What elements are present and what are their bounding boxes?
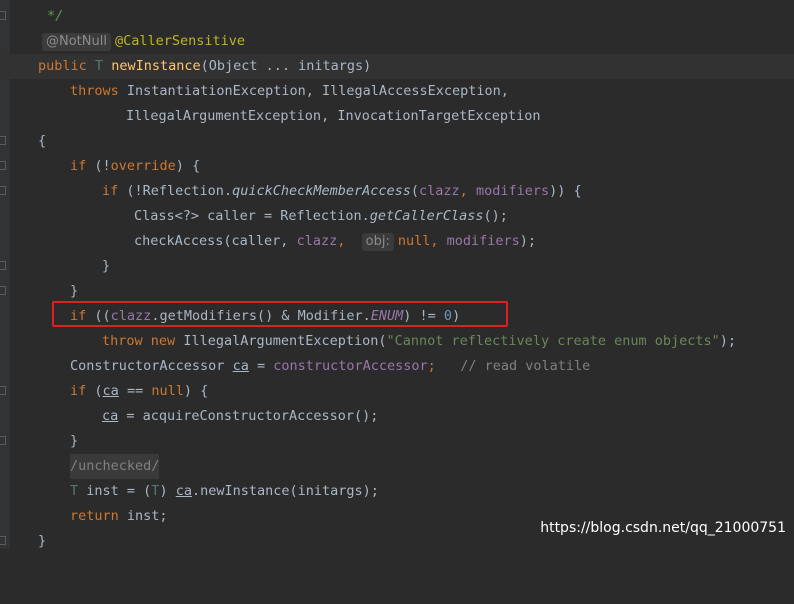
code-line[interactable]: Class<?> caller = Reflection.getCallerCl… bbox=[0, 204, 794, 229]
inlay-hint-notnull: @NotNull bbox=[42, 33, 111, 51]
code-line[interactable]: } bbox=[0, 254, 794, 279]
code-line[interactable]: { bbox=[0, 129, 794, 154]
code-line[interactable]: if (!override) { bbox=[0, 154, 794, 179]
watermark: https://blog.csdn.net/qq_21000751 bbox=[540, 520, 786, 536]
code-line-current[interactable]: public T newInstance(Object ... initargs… bbox=[0, 54, 794, 79]
inlay-hint-obj: obj: bbox=[361, 233, 394, 251]
highlight-annotation-box bbox=[52, 301, 508, 327]
code-line[interactable]: @NotNull @CallerSensitive bbox=[0, 29, 794, 54]
code-line[interactable]: T inst = (T) ca.newInstance(initargs); bbox=[0, 479, 794, 504]
code-line[interactable]: throws InstantiationException, IllegalAc… bbox=[0, 79, 794, 104]
code-line[interactable]: IllegalArgumentException, InvocationTarg… bbox=[0, 104, 794, 129]
code-line[interactable]: ConstructorAccessor ca = constructorAcce… bbox=[0, 354, 794, 379]
annotation-caller-sensitive: @CallerSensitive bbox=[114, 33, 246, 49]
code-line[interactable]: ca = acquireConstructorAccessor(); bbox=[0, 404, 794, 429]
code-line[interactable]: if (ca == null) { bbox=[0, 379, 794, 404]
code-line[interactable]: */ bbox=[0, 4, 794, 29]
code-line[interactable]: /unchecked/ bbox=[0, 454, 794, 479]
code-line[interactable]: throw new IllegalArgumentException("Cann… bbox=[0, 329, 794, 354]
javadoc-end: */ bbox=[47, 8, 64, 24]
code-line[interactable]: checkAccess(caller, clazz, obj: null, mod… bbox=[0, 229, 794, 254]
code-line[interactable]: } bbox=[0, 429, 794, 454]
unchecked-comment: /unchecked/ bbox=[70, 454, 160, 479]
code-line[interactable]: if (!Reflection.quickCheckMemberAccess(c… bbox=[0, 179, 794, 204]
method-name: newInstance bbox=[111, 58, 201, 74]
